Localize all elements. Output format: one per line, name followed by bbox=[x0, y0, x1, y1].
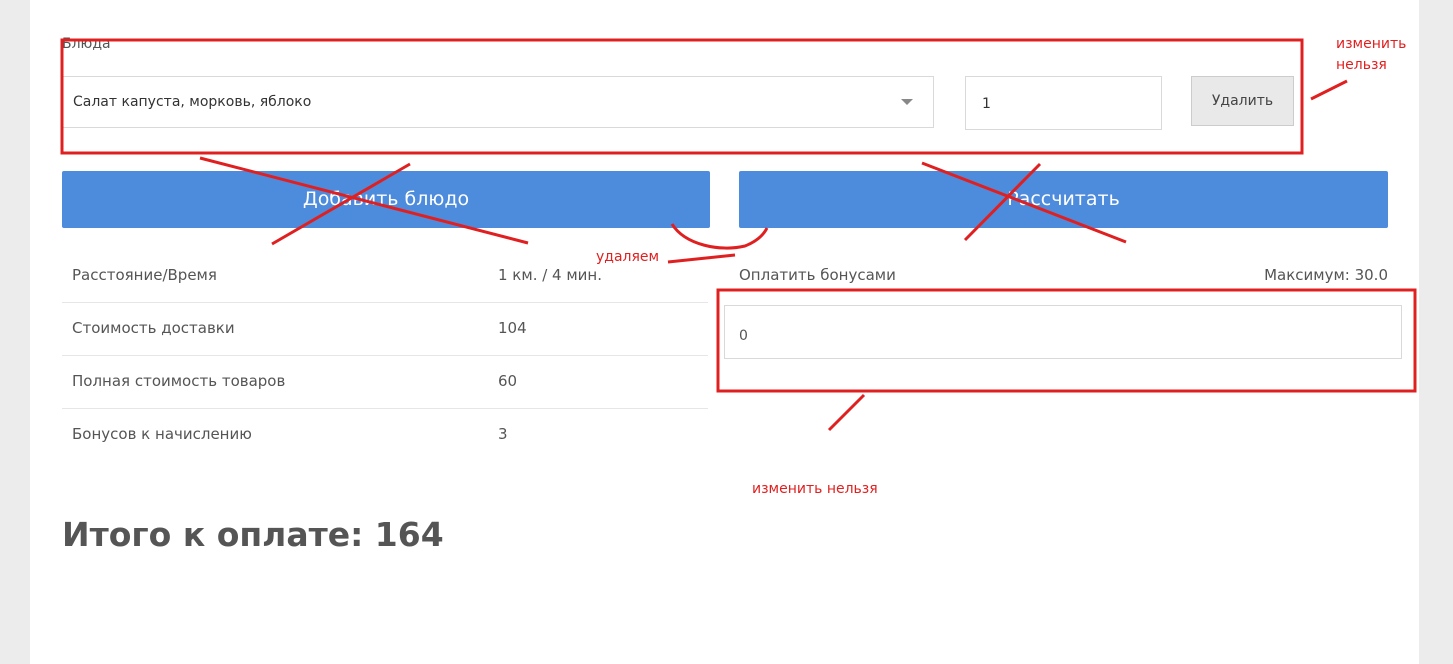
delete-button[interactable]: Удалить bbox=[1191, 76, 1294, 126]
row-label: Расстояние/Время bbox=[72, 266, 217, 284]
annotation-cannot-change-bottom: изменить нельзя bbox=[752, 481, 878, 497]
table-row: Бонусов к начислению 3 bbox=[62, 409, 708, 461]
table-row: Стоимость доставки 104 bbox=[62, 303, 708, 356]
row-label: Стоимость доставки bbox=[72, 319, 235, 337]
annotation-line-1: изменить bbox=[1336, 36, 1407, 52]
calculate-button[interactable]: Рассчитать bbox=[739, 171, 1388, 228]
annotation-line-2: нельзя bbox=[1336, 57, 1387, 73]
annotation-remove: удаляем bbox=[596, 249, 660, 265]
order-info-table: Расстояние/Время 1 км. / 4 мин. Стоимост… bbox=[62, 250, 708, 461]
annotation-cannot-change-top: изменить нельзя bbox=[1336, 34, 1406, 76]
table-row: Полная стоимость товаров 60 bbox=[62, 356, 708, 409]
row-value: 60 bbox=[498, 372, 518, 390]
quantity-input[interactable]: 1 bbox=[965, 76, 1162, 130]
pay-with-bonus-label: Оплатить бонусами bbox=[739, 266, 896, 284]
row-label: Полная стоимость товаров bbox=[72, 372, 286, 390]
bonus-input[interactable]: 0 bbox=[724, 305, 1402, 359]
chevron-down-icon bbox=[901, 99, 913, 105]
dish-select[interactable]: Салат капуста, морковь, яблоко bbox=[62, 76, 934, 128]
bonus-max-text: Максимум: 30.0 bbox=[1264, 266, 1388, 284]
row-value: 1 км. / 4 мин. bbox=[498, 266, 602, 284]
dishes-label: Блюда bbox=[62, 36, 111, 52]
dish-select-value: Салат капуста, морковь, яблоко bbox=[73, 94, 312, 110]
row-label: Бонусов к начислению bbox=[72, 425, 252, 443]
total-to-pay: Итого к оплате: 164 bbox=[62, 515, 444, 554]
add-dish-button[interactable]: Добавить блюдо bbox=[62, 171, 710, 228]
row-value: 3 bbox=[498, 425, 508, 443]
row-value: 104 bbox=[498, 319, 527, 337]
